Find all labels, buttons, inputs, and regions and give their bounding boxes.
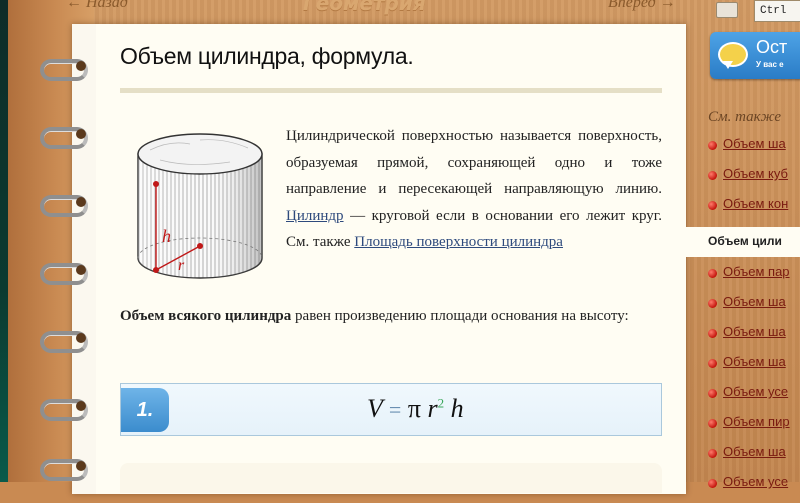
sidebar-link[interactable]: Объем ша (708, 353, 800, 383)
top-navigation: ← Назад Геометрия Вперед → (60, 0, 690, 18)
formula-equals: = (388, 397, 402, 422)
formula-h: h (450, 394, 464, 423)
sidebar-link[interactable]: Объем кон (708, 195, 800, 225)
sidebar-link[interactable]: Объем ша (708, 293, 800, 323)
formula-v: V (367, 394, 383, 423)
see-also-links-bottom: Объем пар Объем ша Объем ша Объем ша Объ… (708, 263, 800, 503)
sidebar: Ctrl Ост У вас е См. также Объем ша Объе… (686, 0, 800, 489)
height-label: h (162, 226, 171, 246)
cylinder-link[interactable]: Цилиндр (286, 208, 344, 224)
title-divider (120, 88, 662, 93)
bullet-icon (708, 201, 717, 210)
bullet-icon (708, 269, 717, 278)
ring-icon (38, 124, 90, 149)
ask-button-sub: У вас е (756, 60, 784, 69)
ring-icon (38, 56, 90, 81)
ring-icon (38, 456, 90, 481)
see-also-links-top: Объем ша Объем куб Объем кон (708, 135, 800, 225)
forward-link[interactable]: Вперед → (608, 0, 676, 12)
ring-icon (38, 260, 90, 285)
keyboard-icon[interactable] (716, 2, 738, 18)
formula-number: 1. (121, 388, 169, 432)
formula-pi: π (407, 394, 421, 423)
sidebar-active-label: Объем цили (708, 234, 782, 248)
formula-box: 1. V = π r2 h (120, 383, 662, 436)
site-title[interactable]: Геометрия (303, 0, 426, 15)
bullet-icon (708, 299, 717, 308)
volume-statement-rest: равен произведению площади основания на … (295, 308, 629, 324)
bullet-icon (708, 389, 717, 398)
next-section-box (120, 463, 662, 493)
definition-text: Цилиндрической поверхностью называется п… (286, 123, 662, 256)
formula-r: r (427, 394, 438, 423)
bullet-icon (708, 479, 717, 488)
surface-area-link[interactable]: Площадь поверхности цилиндра (354, 234, 563, 250)
volume-statement: Объем всякого цилиндра равен произведени… (120, 303, 662, 329)
ring-icon (38, 328, 90, 353)
sidebar-active-item: Объем цили (686, 227, 800, 257)
ask-button-label: Ост (756, 37, 788, 57)
bullet-icon (708, 141, 717, 150)
bullet-icon (708, 419, 717, 428)
page-title: Объем цилиндра, формула. (120, 43, 414, 69)
binder-rings (38, 0, 98, 482)
sidebar-link[interactable]: Объем ша (708, 323, 800, 353)
definition-prefix: Цилиндрической поверхностью называется п… (286, 128, 662, 197)
ring-icon (38, 396, 90, 421)
sidebar-link[interactable]: Объем усе (708, 383, 800, 413)
volume-statement-bold: Объем всякого цилиндра (120, 308, 292, 324)
bullet-icon (708, 329, 717, 338)
formula-exponent: 2 (437, 395, 445, 411)
speech-bubble-icon (718, 42, 748, 69)
bullet-icon (708, 171, 717, 180)
bullet-icon (708, 449, 717, 458)
screen-left-edge (0, 0, 8, 482)
ctrl-hint-box[interactable]: Ctrl (754, 0, 800, 22)
radius-label: r (178, 257, 185, 274)
volume-formula: V = π r2 h (367, 394, 464, 424)
ask-question-button[interactable]: Ост У вас е (710, 32, 800, 79)
sidebar-link[interactable]: Объем ша (708, 443, 800, 473)
sidebar-link[interactable]: Объем пар (708, 263, 800, 293)
sidebar-link[interactable]: Объем куб (708, 165, 800, 195)
cylinder-illustration: h r (137, 133, 263, 279)
sidebar-link[interactable]: Объем ша (708, 135, 800, 165)
sidebar-link[interactable]: Объем усе (708, 473, 800, 503)
bullet-icon (708, 359, 717, 368)
see-also-heading: См. также (708, 109, 782, 125)
ring-icon (38, 192, 90, 217)
sidebar-link[interactable]: Объем пир (708, 413, 800, 443)
